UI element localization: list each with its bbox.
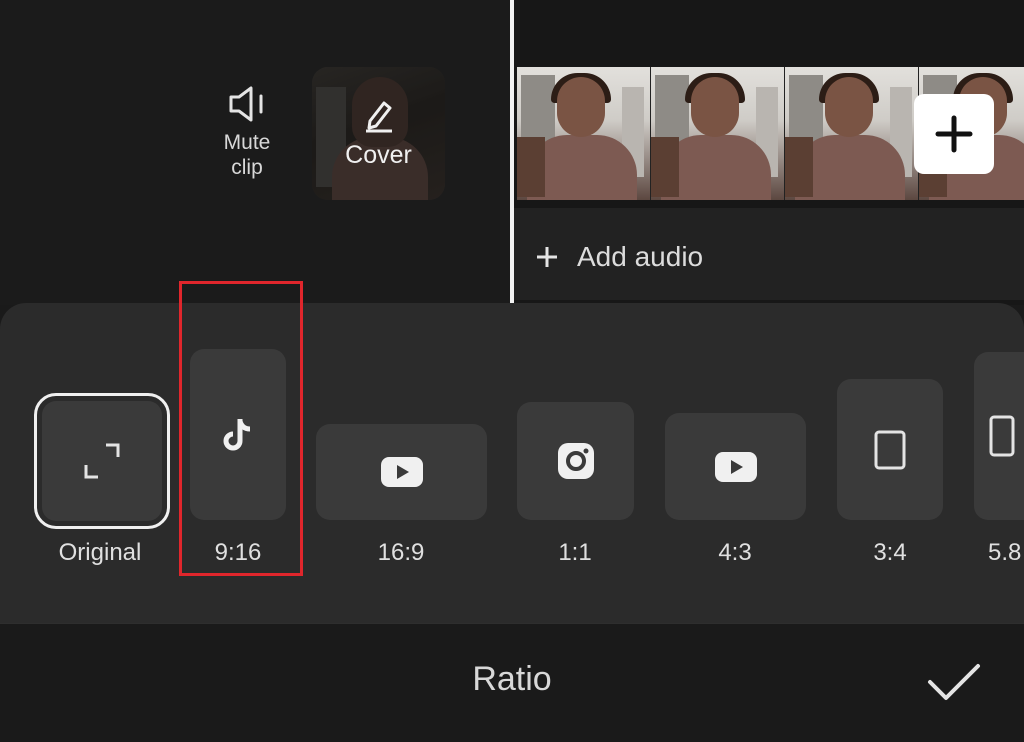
plus-icon	[935, 115, 973, 153]
add-audio-label: Add audio	[577, 241, 704, 272]
clip-thumbnail	[517, 67, 651, 200]
clip-thumbnail	[785, 67, 919, 200]
confirm-button[interactable]	[926, 660, 982, 706]
mute-clip-button[interactable]: Mute clip	[210, 80, 284, 200]
panel-title: Ratio	[472, 660, 552, 698]
ratio-label: 16:9	[377, 539, 425, 566]
add-clip-button[interactable]	[914, 94, 994, 174]
cover-label: Cover	[345, 141, 412, 169]
plus-icon	[537, 247, 557, 267]
portrait-rect-icon	[874, 430, 906, 469]
ratio-label: 4:3	[718, 539, 752, 566]
ratio-label: 1:1	[558, 539, 592, 566]
add-audio-button[interactable]: Add audio	[535, 232, 703, 282]
ratio-label: Original	[58, 539, 142, 566]
mute-clip-label: Mute clip	[223, 131, 271, 179]
youtube-icon	[714, 451, 757, 482]
instagram-icon	[557, 443, 594, 479]
ratio-label: 3:4	[873, 539, 907, 566]
cover-button[interactable]: Cover	[312, 67, 445, 200]
speaker-icon	[229, 86, 263, 122]
checkmark-icon	[928, 664, 980, 700]
clip-thumbnail	[651, 67, 785, 200]
pencil-icon	[366, 101, 392, 133]
ratio-label: 5.8	[988, 539, 1022, 566]
highlight-box	[179, 281, 303, 576]
expand-corners-icon	[84, 443, 120, 479]
portrait-rect-icon	[989, 415, 1015, 457]
youtube-icon	[380, 457, 423, 487]
